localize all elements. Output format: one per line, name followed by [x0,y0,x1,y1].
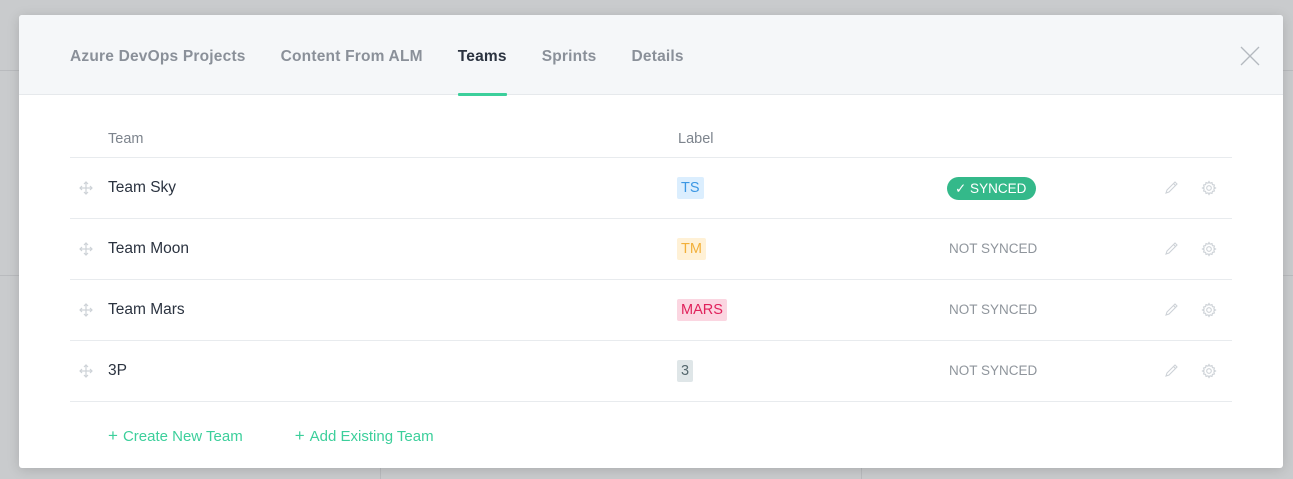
drag-handle-icon[interactable] [79,303,93,317]
gear-icon[interactable] [1201,302,1217,318]
tab-teams[interactable]: Teams [457,15,507,96]
table-header: Team Label [70,95,1232,158]
modal-header: Azure DevOps Projects Content From ALM T… [19,15,1283,96]
table-row: 3P 3 NOT SYNCED [70,341,1232,402]
tab-sprints[interactable]: Sprints [542,15,597,95]
tab-bar: Azure DevOps Projects Content From ALM T… [70,15,719,96]
drag-handle-icon[interactable] [79,181,93,195]
drag-handle-icon[interactable] [79,364,93,378]
plus-icon: + [294,426,305,445]
tab-content-from-alm[interactable]: Content From ALM [281,15,423,95]
gear-icon[interactable] [1201,180,1217,196]
pencil-icon[interactable] [1164,180,1179,195]
team-label-chip: MARS [677,299,727,321]
close-icon[interactable] [1239,45,1261,67]
pencil-icon[interactable] [1164,302,1179,317]
table-row: Team Moon TM NOT SYNCED [70,219,1232,280]
pencil-icon[interactable] [1164,241,1179,256]
create-new-team-button[interactable]: + Create New Team [108,426,243,446]
table-row: Team Mars MARS NOT SYNCED [70,280,1232,341]
gear-icon[interactable] [1201,363,1217,379]
teams-modal: Azure DevOps Projects Content From ALM T… [19,15,1283,468]
team-label-chip: TM [677,238,706,260]
add-existing-team-button[interactable]: + Add Existing Team [295,426,434,446]
team-name: Team Moon [108,240,189,257]
column-header-label: Label [678,131,714,147]
column-header-team: Team [108,131,144,147]
gear-icon[interactable] [1201,241,1217,257]
drag-handle-icon[interactable] [79,242,93,256]
team-name: Team Sky [108,179,177,196]
team-name: 3P [108,362,127,379]
team-label-chip: 3 [677,360,694,382]
pencil-icon[interactable] [1164,363,1179,378]
status-badge: ✓ SYNCED [947,177,1037,200]
team-label-chip: TS [677,177,704,199]
tab-azure-devops-projects[interactable]: Azure DevOps Projects [70,15,246,95]
add-existing-team-label: Add Existing Team [309,428,434,445]
status-text: NOT SYNCED [949,363,1038,378]
table-row: Team Sky TS ✓ SYNCED [70,158,1232,219]
status-text: NOT SYNCED [949,302,1038,317]
status-text: NOT SYNCED [949,241,1038,256]
plus-icon: + [108,426,118,445]
tab-details[interactable]: Details [632,15,684,95]
create-new-team-label: Create New Team [122,428,243,445]
teams-table: Team Label Team Sky TS ✓ SYNCED Team Moon TM… [70,95,1232,402]
table-actions: + Create New Team + Add Existing Team [108,426,486,446]
team-name: Team Mars [108,301,185,318]
